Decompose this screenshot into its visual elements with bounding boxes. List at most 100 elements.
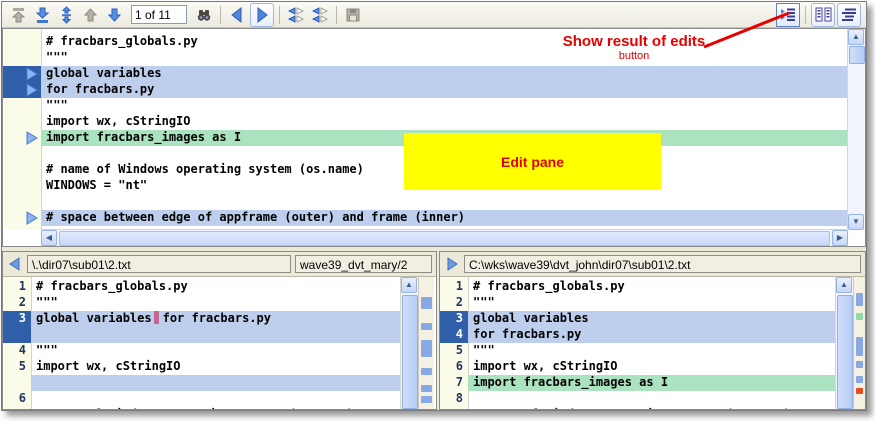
save-button[interactable]: [342, 4, 364, 26]
code-text: # fracbars_globals.py: [31, 279, 401, 295]
show-result-of-edits-button[interactable]: [776, 3, 800, 27]
diff-marker-icon[interactable]: [3, 66, 41, 82]
code-line[interactable]: 7# name of Windows operating system (os.…: [3, 407, 401, 409]
select-right-pane-icon[interactable]: [444, 256, 460, 272]
code-line[interactable]: global variables: [3, 66, 848, 82]
find-icon[interactable]: [193, 4, 215, 26]
left-diff-map[interactable]: [418, 277, 434, 409]
line-number: [3, 327, 31, 343]
code-line[interactable]: for fracbars.py: [3, 82, 848, 98]
diff-marker-icon[interactable]: [3, 82, 41, 98]
code-line[interactable]: 3global variables: [440, 311, 835, 327]
bottom-panes: \.\dir07\sub01\2.txt wave39_dvt_mary/2 1…: [2, 251, 866, 410]
code-line[interactable]: 5import wx, cStringIO: [3, 359, 401, 375]
edit-pane-callout-label: Edit pane: [404, 133, 661, 190]
center-current-diff-button[interactable]: [55, 4, 77, 26]
app-window: # fracbars_globals.py"""global variables…: [1, 1, 867, 411]
previous-diff-button[interactable]: [79, 4, 101, 26]
code-text: [468, 391, 835, 407]
diff-map-mark[interactable]: [421, 340, 432, 357]
nav-right-button[interactable]: [250, 3, 274, 27]
code-line[interactable]: # fracbars_globals.py: [3, 34, 848, 50]
code-line[interactable]: 2""": [440, 295, 835, 311]
diff-map-mark[interactable]: [421, 396, 432, 403]
diff-map-mark[interactable]: [856, 388, 863, 394]
diff-map-mark[interactable]: [421, 323, 432, 330]
scroll-up-icon[interactable]: ▲: [848, 29, 864, 45]
code-line[interactable]: 4for fracbars.py: [440, 327, 835, 343]
code-line[interactable]: 6import wx, cStringIO: [440, 359, 835, 375]
copy-diff-right-button[interactable]: [309, 4, 331, 26]
nav-left-button[interactable]: [226, 4, 248, 26]
diff-map-mark[interactable]: [421, 368, 432, 375]
gutter-cell: [3, 194, 41, 210]
diff-map-mark[interactable]: [856, 313, 863, 320]
right-pane-body: 1# fracbars_globals.py2"""3global variab…: [440, 277, 865, 409]
diff-map-mark[interactable]: [856, 361, 863, 368]
line-number: 4: [3, 343, 31, 359]
right-file-pane[interactable]: C:\wks\wave39\dvt_john\dir07\sub01\2.txt…: [439, 251, 866, 410]
code-line[interactable]: [3, 327, 401, 343]
scrollbar-thumb[interactable]: [849, 46, 865, 64]
right-file-path[interactable]: C:\wks\wave39\dvt_john\dir07\sub01\2.txt: [464, 255, 861, 273]
code-text: # space between edge of appframe (outer)…: [41, 210, 848, 226]
unified-view-button[interactable]: [837, 3, 861, 27]
goto-last-diff-button[interactable]: [31, 4, 53, 26]
diff-map-mark[interactable]: [856, 293, 863, 306]
scrollbar-thumb[interactable]: [59, 231, 830, 246]
code-line[interactable]: 3global variablesfor fracbars.py: [3, 311, 401, 327]
code-line[interactable]: 6: [3, 391, 401, 407]
scroll-up-icon[interactable]: ▲: [836, 277, 852, 293]
diff-map-mark[interactable]: [856, 337, 863, 356]
code-line[interactable]: 8: [440, 391, 835, 407]
edit-pane-vertical-scrollbar[interactable]: ▲ ▼: [847, 29, 865, 230]
diff-marker-icon[interactable]: [3, 210, 41, 226]
code-line[interactable]: [3, 194, 848, 210]
next-diff-button[interactable]: [103, 4, 125, 26]
code-line[interactable]: 2""": [3, 295, 401, 311]
gutter-cell: [3, 98, 41, 114]
scroll-right-icon[interactable]: ▶: [832, 230, 848, 246]
code-text: """: [468, 343, 835, 359]
left-pane-vertical-scrollbar[interactable]: ▲: [400, 277, 418, 409]
code-line[interactable]: # space between edge of appframe (outer)…: [3, 210, 848, 226]
diff-marker-icon[interactable]: [3, 130, 41, 146]
scroll-left-icon[interactable]: ◀: [41, 230, 57, 246]
diff-map-mark[interactable]: [421, 385, 432, 392]
code-line[interactable]: """: [3, 98, 848, 114]
scroll-up-icon[interactable]: ▲: [401, 277, 417, 293]
diff-map-mark[interactable]: [421, 297, 432, 309]
code-text: [41, 194, 848, 210]
code-line[interactable]: 5""": [440, 343, 835, 359]
code-line[interactable]: 1# fracbars_globals.py: [440, 279, 835, 295]
side-by-side-view-button[interactable]: [811, 3, 835, 27]
scrollbar-thumb[interactable]: [837, 295, 853, 409]
code-line[interactable]: 7import fracbars_images as I: [440, 375, 835, 391]
code-text: for fracbars.py: [41, 82, 848, 98]
diff-position-field[interactable]: [131, 5, 187, 24]
code-line[interactable]: 9# name of Windows operating system (os.…: [440, 407, 835, 409]
scroll-down-icon[interactable]: ▼: [848, 214, 864, 230]
code-line[interactable]: 1# fracbars_globals.py: [3, 279, 401, 295]
edit-pane-horizontal-scrollbar[interactable]: ◀ ▶: [41, 229, 848, 246]
goto-first-diff-button[interactable]: [7, 4, 29, 26]
left-file-path[interactable]: \.\dir07\sub01\2.txt: [27, 255, 291, 273]
code-line[interactable]: """: [3, 50, 848, 66]
right-pane-vertical-scrollbar[interactable]: ▲: [835, 277, 853, 409]
line-number: 4: [440, 327, 468, 343]
select-left-pane-icon[interactable]: [7, 256, 23, 272]
code-line[interactable]: 4""": [3, 343, 401, 359]
code-line[interactable]: import wx, cStringIO: [3, 114, 848, 130]
right-pane-code: 1# fracbars_globals.py2"""3global variab…: [440, 279, 835, 409]
code-line[interactable]: [3, 375, 401, 391]
toolbar: [2, 2, 866, 28]
diff-map-mark[interactable]: [856, 376, 863, 383]
line-number: 3: [440, 311, 468, 327]
left-file-pane[interactable]: \.\dir07\sub01\2.txt wave39_dvt_mary/2 1…: [2, 251, 437, 410]
left-file-branch-label[interactable]: wave39_dvt_mary/2: [295, 255, 432, 273]
copy-diff-left-button[interactable]: [285, 4, 307, 26]
line-number: 7: [3, 407, 31, 409]
right-diff-map[interactable]: [853, 277, 865, 409]
scrollbar-thumb[interactable]: [402, 295, 418, 409]
line-number: 2: [3, 295, 31, 311]
